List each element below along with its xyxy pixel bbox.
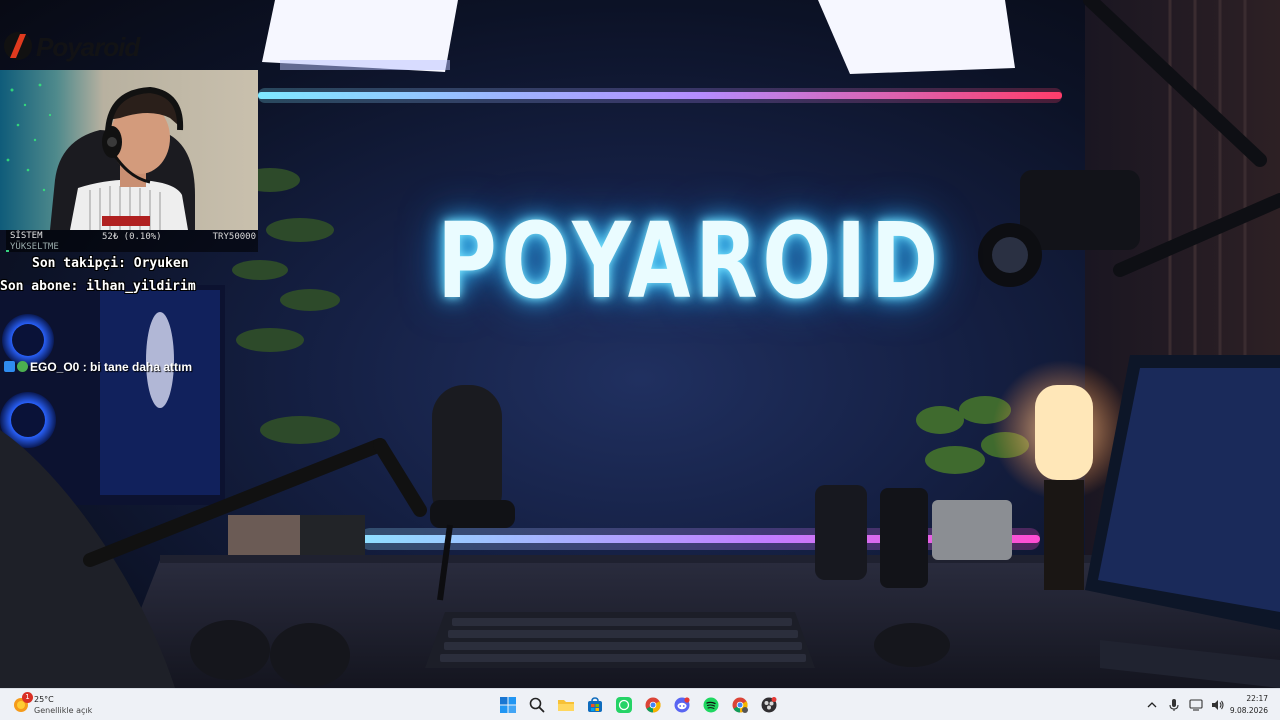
chat-badge-icon: [17, 361, 28, 372]
chrome-icon: [645, 697, 661, 713]
obs-icon: [761, 697, 777, 713]
taskbar-app-list: [496, 692, 781, 718]
channel-logo: Poyaroid: [0, 24, 240, 68]
chat-message-text: bi tane daha attım: [90, 360, 193, 374]
donation-goal-bar: SİSTEM YÜKSELTME 52₺ (0.10%) TRY50000: [6, 230, 258, 252]
chat-message: EGO_O0 : bi tane daha attım: [4, 360, 192, 374]
microphone-tray-button[interactable]: [1166, 697, 1182, 713]
chat-separator: :: [79, 360, 91, 374]
channel-logo-text: Poyaroid: [36, 32, 140, 62]
network-monitor-icon: [1189, 699, 1203, 711]
weather-temperature: 25°C: [34, 695, 54, 704]
chrome-icon: [732, 697, 748, 713]
chevron-up-icon: [1147, 702, 1157, 708]
spotify-button[interactable]: [699, 692, 723, 718]
windows-taskbar: 1 25°C Genellikle açık 22:17 9.08.2026: [0, 688, 1280, 720]
donation-goal-progress-fill: [6, 250, 9, 252]
folder-icon: [558, 700, 574, 711]
windows-icon: [500, 697, 516, 713]
slash-logo-icon: [4, 32, 32, 60]
start-button[interactable]: [496, 692, 520, 718]
clock-date: 9.08.2026: [1229, 706, 1268, 715]
system-tray: [1144, 695, 1226, 715]
brand-title: POYAROID: [437, 200, 943, 322]
donation-goal-label: SİSTEM: [10, 231, 43, 241]
speaker-icon: [1212, 700, 1224, 710]
weather-notification-badge: 1: [22, 692, 33, 703]
chat-badge-icon: [4, 361, 15, 372]
chrome-button[interactable]: [641, 692, 665, 718]
streamer-webcam-image: [6, 83, 195, 230]
microphone-icon: [1169, 699, 1179, 711]
obs-button[interactable]: [757, 692, 781, 718]
chat-username: EGO_O0: [30, 360, 80, 374]
donation-goal-label-secondary: YÜKSELTME: [10, 242, 59, 252]
donation-goal-target: TRY50000: [212, 232, 256, 242]
last-subscriber-label: Son abone: ilhan_yildirim: [0, 279, 196, 294]
network-tray-button[interactable]: [1188, 697, 1204, 713]
clock-time: 22:17: [1246, 694, 1268, 703]
volume-tray-button[interactable]: [1210, 697, 1226, 713]
spotify-icon: [703, 697, 719, 713]
store-button[interactable]: [583, 692, 607, 718]
file-explorer-button[interactable]: [554, 692, 578, 718]
last-follower-label: Son takipçi: Oryuken: [32, 256, 189, 271]
store-icon: [588, 697, 602, 712]
stream-screen: POYAROID Poyaroid SİSTEM YÜKSELTME 52₺ (…: [0, 0, 1280, 720]
taskbar-clock[interactable]: 22:17 9.08.2026: [1230, 693, 1268, 717]
webcam-feed: [0, 70, 258, 230]
discord-icon: [674, 697, 690, 713]
search-icon: [529, 697, 545, 713]
search-button[interactable]: [525, 692, 549, 718]
whatsapp-icon: [616, 697, 632, 713]
donation-goal-progress-text: 52₺ (0.10%): [102, 232, 162, 242]
weather-widget[interactable]: 1 25°C Genellikle açık: [10, 692, 140, 718]
weather-description: Genellikle açık: [34, 706, 93, 715]
chrome-profile-button[interactable]: [728, 692, 752, 718]
discord-button[interactable]: [670, 692, 694, 718]
whatsapp-button[interactable]: [612, 692, 636, 718]
show-hidden-icons-button[interactable]: [1144, 697, 1160, 713]
